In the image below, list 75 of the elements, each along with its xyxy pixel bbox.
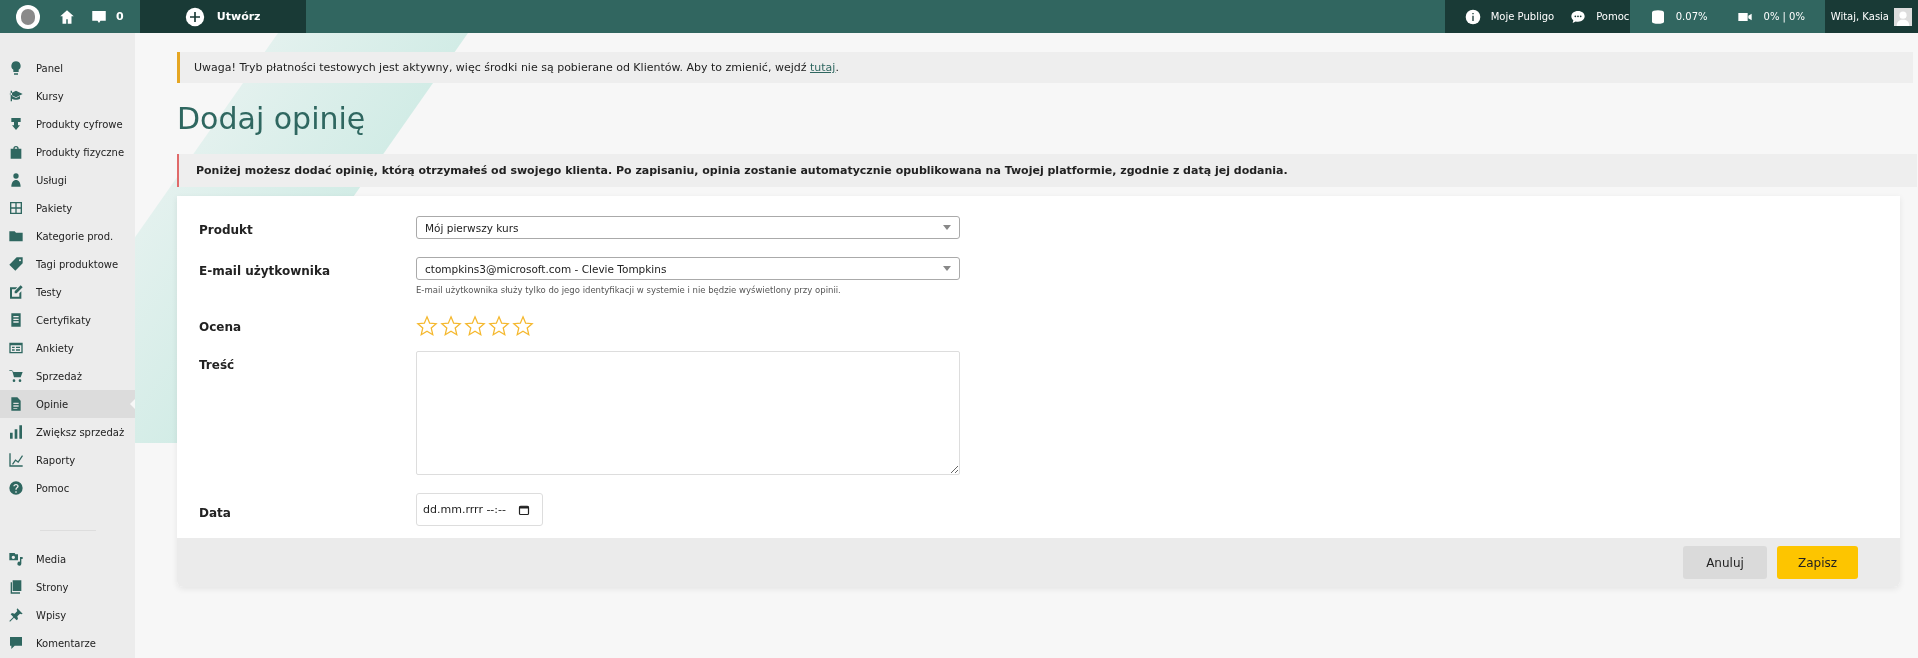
document-icon (8, 312, 24, 328)
sidebar-item[interactable]: Usługi (0, 166, 135, 194)
chat-icon (1570, 8, 1587, 25)
info-icon (1464, 8, 1481, 25)
sidebar-item[interactable]: Produkty cyfrowe (0, 110, 135, 138)
pin-icon (8, 607, 24, 623)
star-icon[interactable] (440, 315, 462, 337)
select-field[interactable]: ctompkins3@microsoft.com - Clevie Tompkins (416, 257, 960, 280)
media-icon (8, 551, 24, 567)
line-chart-icon (8, 452, 24, 468)
calendar-icon (518, 503, 530, 516)
folder-icon (8, 228, 24, 244)
sidebar-item[interactable]: Raporty (0, 446, 135, 474)
field-label: Treść (199, 357, 236, 372)
help-text: E-mail użytkownika służy tylko do jego identyfikacji w systemie i nie będzie wyświetlony przy opinii. (416, 285, 842, 295)
top-link[interactable]: Pomoc (1570, 8, 1630, 25)
sidebar-item[interactable]: Zwiększ sprzedaż (0, 418, 135, 446)
star-icon[interactable] (512, 315, 534, 337)
sidebar-item[interactable]: Sprzedaż (0, 362, 135, 390)
page-title: Dodaj opinię (177, 101, 367, 136)
graduation-cap-icon (8, 88, 24, 104)
sidebar-item[interactable]: Certyfikaty (0, 306, 135, 334)
tag-icon (8, 256, 24, 272)
text-area[interactable] (416, 351, 960, 475)
date-field[interactable]: dd.mm.rrrr --:-- (416, 493, 543, 526)
star-icon[interactable] (416, 315, 438, 337)
database-icon (1649, 7, 1666, 26)
field-label: E-mail użytkownika (199, 263, 331, 278)
info-message: Poniżej możesz dodać opinię, którą otrzymałeś od swojego klienta. Po zapisaniu, opinia zostanie automatycznie opublikowana na Twojej platformie, zgodnie z datą jej dodania. (177, 154, 1917, 187)
sidebar-item[interactable]: Ankiety (0, 334, 135, 362)
bulb-icon (8, 60, 24, 76)
field-label: Ocena (199, 319, 243, 334)
create-button[interactable]: Utwórz (139, 0, 306, 33)
caret-icon (943, 225, 951, 230)
star-icon[interactable] (488, 315, 510, 337)
edit-icon (8, 284, 24, 300)
comment-count: 0 (116, 10, 124, 23)
cart-icon (8, 368, 24, 384)
sidebar-item[interactable]: Produkty fizyczne (0, 138, 135, 166)
select-field[interactable]: Mój pierwszy kurs (416, 216, 960, 239)
bar-chart-icon (8, 424, 24, 440)
person-icon (8, 172, 24, 188)
top-link[interactable]: Moje Publigo (1464, 8, 1555, 25)
save-button[interactable]: Zapisz (1777, 546, 1858, 579)
document-icon (8, 396, 24, 412)
avatar-icon[interactable] (1894, 7, 1912, 26)
sidebar-item[interactable]: Pomoc (0, 474, 135, 502)
field-label: Data (199, 505, 232, 520)
cancel-button[interactable]: Anuluj (1683, 546, 1767, 579)
notice-message: Uwaga! Tryb płatności testowych jest aktywny, więc środki nie są pobierane od Klientów. Aby to zmienić, wejdź tutaj. (177, 52, 1913, 83)
sidebar-item[interactable]: Panel (0, 54, 135, 82)
sidebar-item[interactable]: Pakiety (0, 194, 135, 222)
sidebar-item[interactable]: Kategorie prod. (0, 222, 135, 250)
sidebar-item[interactable]: Wpisy (0, 601, 135, 629)
plus-icon (184, 6, 205, 27)
help-icon (8, 480, 24, 496)
logo-icon[interactable] (16, 4, 40, 29)
caret-icon (943, 266, 951, 271)
sidebar-item[interactable]: Kursy (0, 82, 135, 110)
field-label: Produkt (199, 222, 254, 237)
comment-icon (8, 635, 24, 651)
sidebar-item[interactable]: Opinie (0, 390, 135, 418)
bag-icon (8, 144, 24, 160)
sidebar-item[interactable]: Tagi produktowe (0, 250, 135, 278)
download-icon (8, 116, 24, 132)
usage-stat: 0.07% (1675, 11, 1708, 22)
grid-icon (8, 200, 24, 216)
sidebar-item[interactable]: Testy (0, 278, 135, 306)
sidebar-item[interactable]: Media (0, 545, 135, 573)
form-icon (8, 340, 24, 356)
usage-stat: 0% | 0% (1763, 11, 1805, 22)
star-icon[interactable] (464, 315, 486, 337)
sidebar-item[interactable]: Strony (0, 573, 135, 601)
pages-icon (8, 579, 24, 595)
sidebar-item[interactable]: Komentarze (0, 629, 135, 657)
